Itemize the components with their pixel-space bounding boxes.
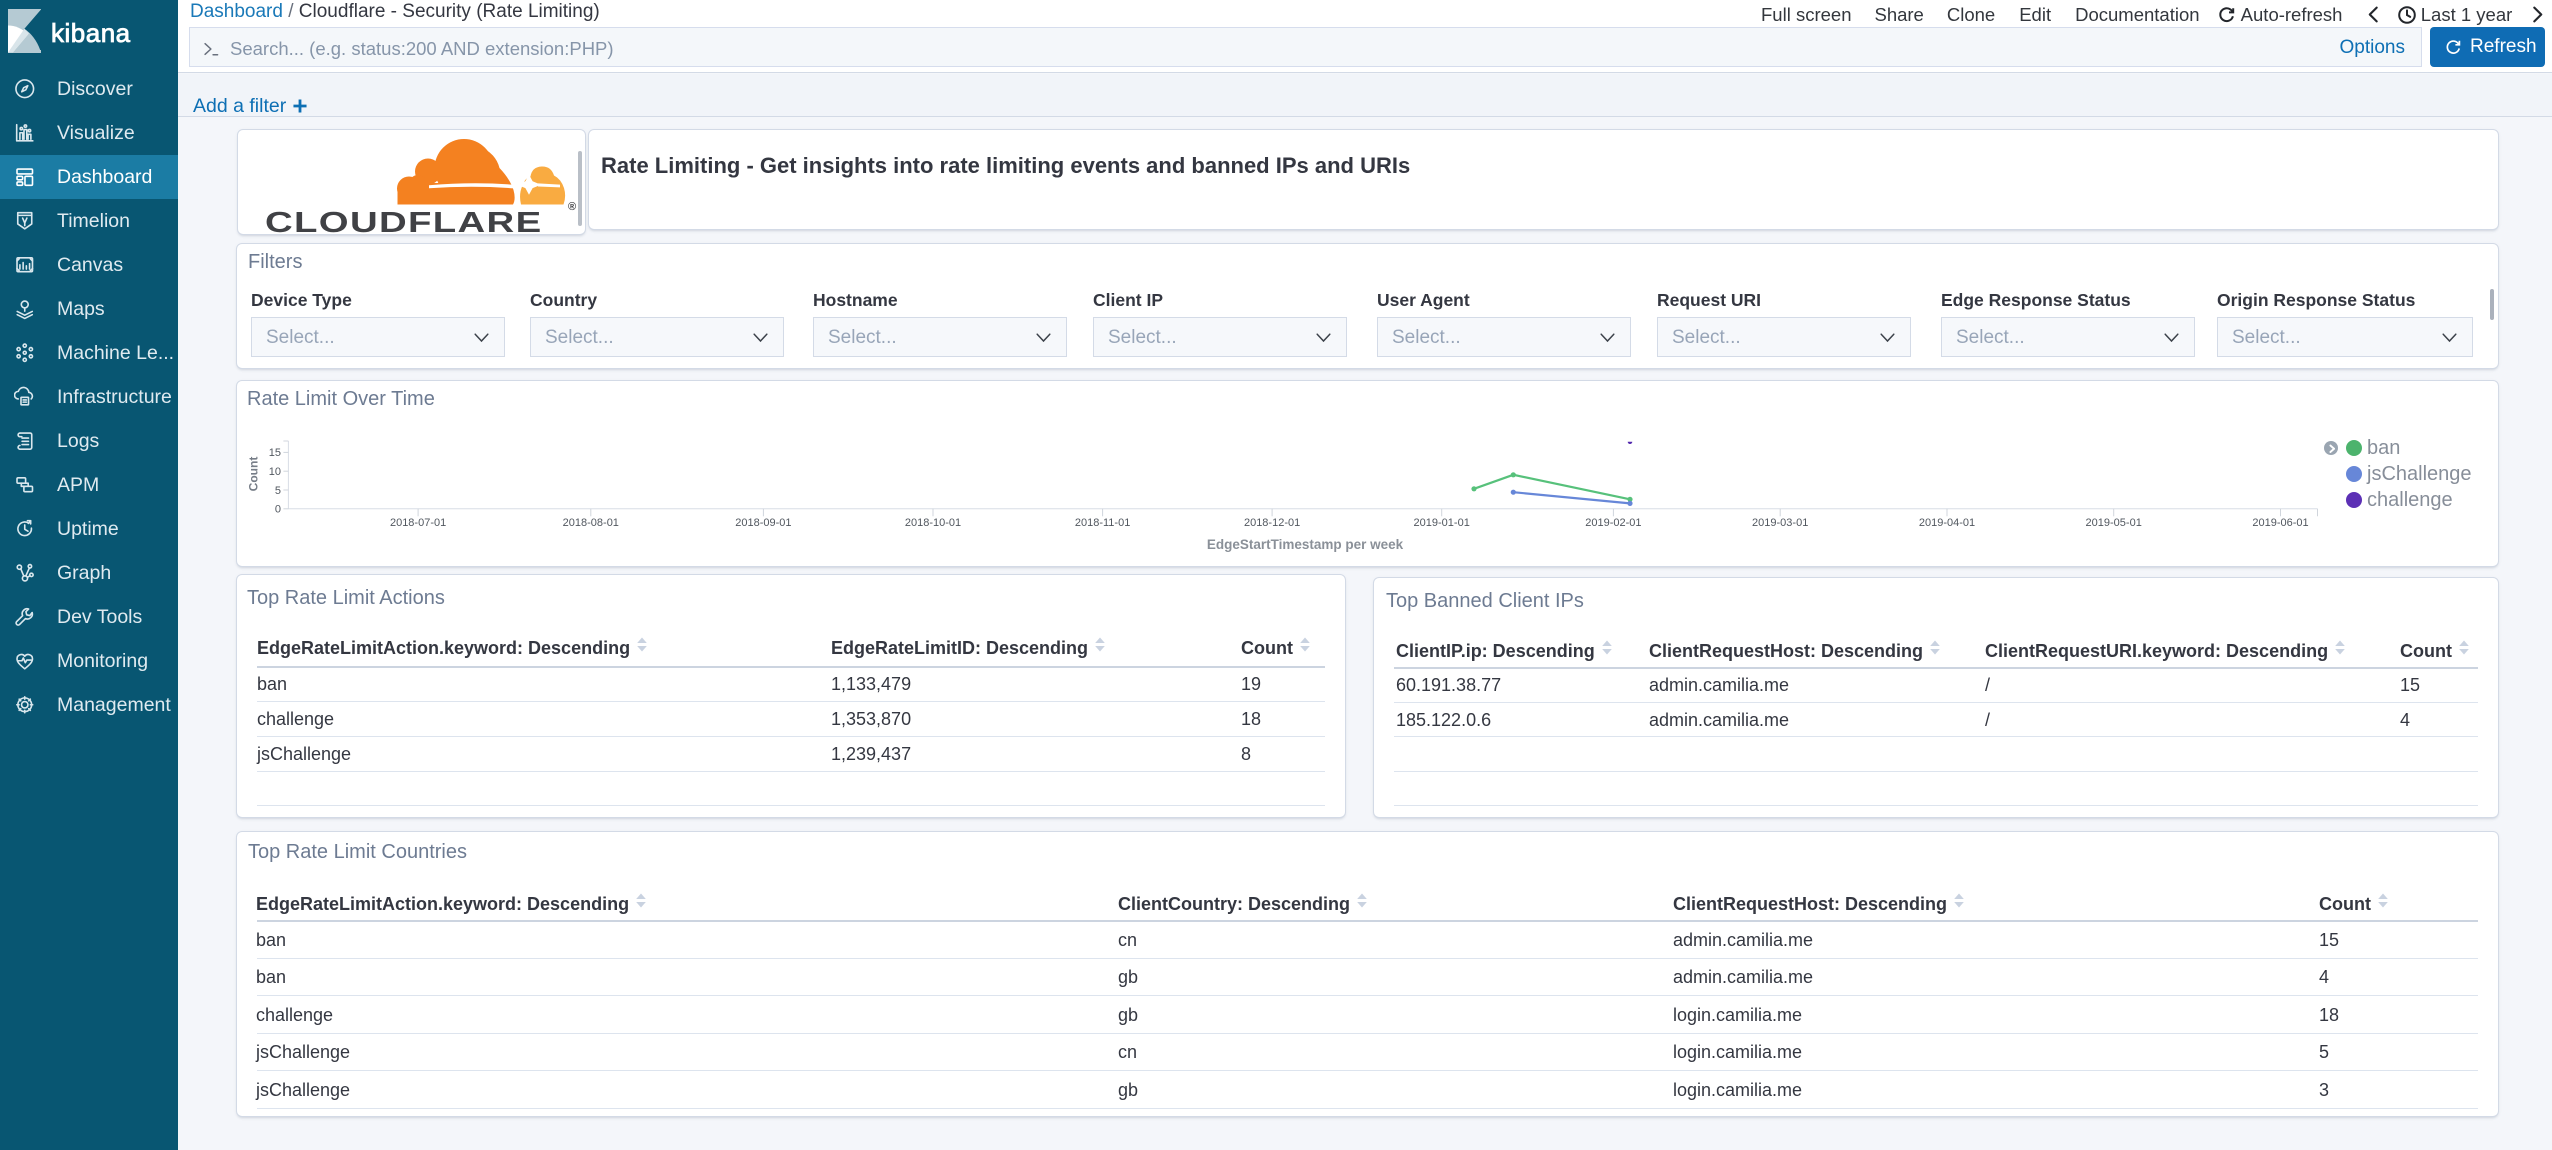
svg-text:2018-10-01: 2018-10-01 — [905, 517, 961, 529]
svg-text:2019-02-01: 2019-02-01 — [1585, 517, 1641, 529]
svg-text:2019-01-01: 2019-01-01 — [1414, 517, 1470, 529]
svg-text:2018-11-01: 2018-11-01 — [1075, 517, 1130, 529]
svg-text:Count: Count — [247, 457, 261, 492]
svg-text:10: 10 — [269, 466, 281, 478]
svg-text:15: 15 — [269, 447, 281, 459]
svg-text:2019-05-01: 2019-05-01 — [2086, 517, 2142, 529]
svg-text:2019-03-01: 2019-03-01 — [1752, 517, 1808, 529]
svg-text:2018-07-01: 2018-07-01 — [390, 517, 446, 529]
svg-text:5: 5 — [275, 485, 281, 497]
svg-text:2018-09-01: 2018-09-01 — [735, 517, 791, 529]
svg-text:2018-12-01: 2018-12-01 — [1244, 517, 1300, 529]
svg-text:2019-06-01: 2019-06-01 — [2252, 517, 2308, 529]
svg-text:2018-08-01: 2018-08-01 — [563, 517, 619, 529]
svg-text:0: 0 — [275, 504, 281, 516]
svg-text:2019-04-01: 2019-04-01 — [1919, 517, 1975, 529]
